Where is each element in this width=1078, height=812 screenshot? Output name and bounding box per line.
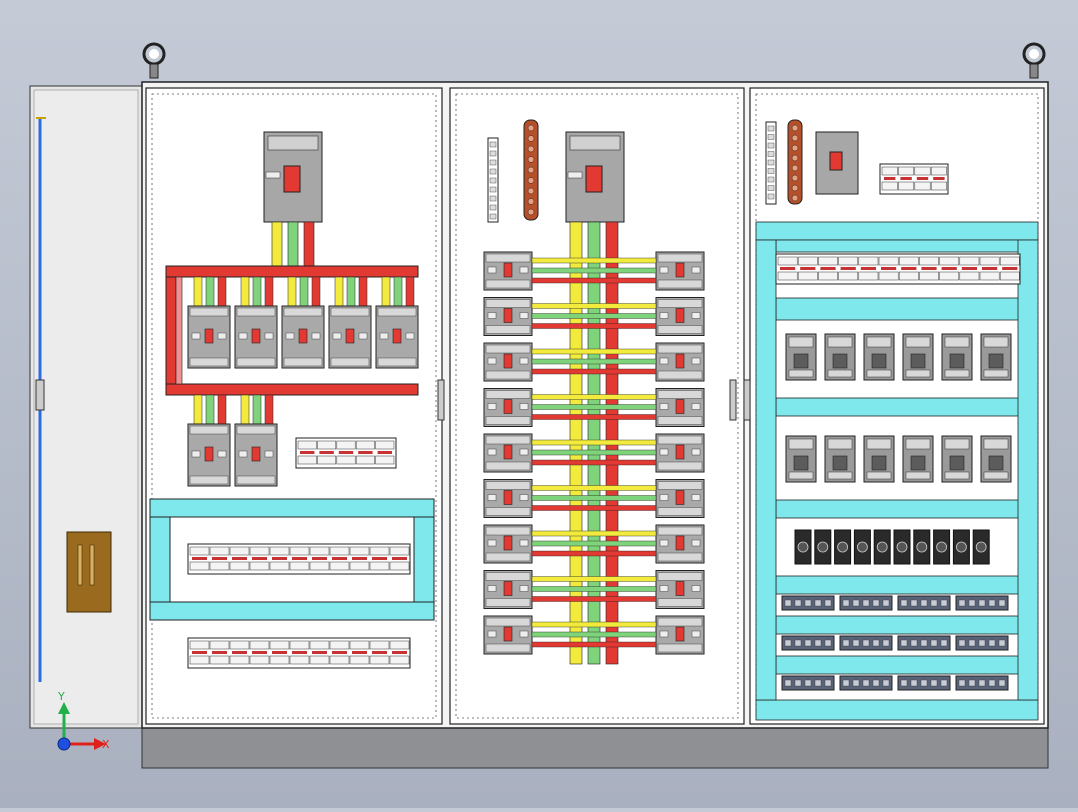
right-terminal-strip[interactable] <box>765 121 777 205</box>
middle-breaker-left[interactable] <box>483 479 533 518</box>
cabinet-drawing[interactable]: Y X <box>0 0 1078 808</box>
lower-breaker[interactable] <box>234 423 278 487</box>
middle-breaker-left[interactable] <box>483 433 533 473</box>
contactor[interactable] <box>863 435 895 483</box>
middle-breaker-right[interactable] <box>655 524 705 564</box>
middle-breaker-left[interactable] <box>483 388 533 427</box>
middle-breaker-left[interactable] <box>483 524 533 564</box>
terminal-block[interactable] <box>781 675 835 691</box>
cad-viewport[interactable]: Y X <box>0 0 1078 808</box>
relay[interactable] <box>952 529 970 565</box>
relay[interactable] <box>834 529 852 565</box>
main-breaker-middle[interactable] <box>565 131 625 223</box>
triad-z-axis <box>57 737 71 751</box>
contactor[interactable] <box>785 333 817 381</box>
middle-breaker-right[interactable] <box>655 433 705 473</box>
branch-breaker[interactable] <box>328 305 372 369</box>
terminal-block[interactable] <box>839 635 893 651</box>
terminal-block[interactable] <box>955 595 1009 611</box>
terminal-block[interactable] <box>955 635 1009 651</box>
left-terminal-block[interactable] <box>295 437 397 469</box>
middle-breaker-left[interactable] <box>483 251 533 291</box>
contactor[interactable] <box>980 333 1012 381</box>
terminal-block[interactable] <box>897 595 951 611</box>
left-din-terminals-lower[interactable] <box>187 637 411 669</box>
open-door[interactable] <box>29 85 143 729</box>
terminal-block[interactable] <box>839 675 893 691</box>
middle-breaker-right[interactable] <box>655 251 705 291</box>
contactor[interactable] <box>785 435 817 483</box>
middle-breaker-right[interactable] <box>655 297 705 336</box>
contactor[interactable] <box>824 435 856 483</box>
middle-breaker-right[interactable] <box>655 479 705 518</box>
cabinet-plinth <box>141 725 1049 769</box>
middle-breaker-right[interactable] <box>655 388 705 427</box>
terminal-block[interactable] <box>781 635 835 651</box>
main-breaker-left-feeders <box>271 221 315 269</box>
branch-breaker[interactable] <box>281 305 325 369</box>
copper-earth-bar[interactable] <box>523 119 539 221</box>
lifting-eye-right-icon <box>1022 42 1046 79</box>
contactor[interactable] <box>863 333 895 381</box>
terminal-strip-vertical[interactable] <box>487 137 499 223</box>
right-din-row-top[interactable] <box>775 253 1021 285</box>
contactor[interactable] <box>902 333 934 381</box>
main-breaker-left[interactable] <box>263 131 323 223</box>
right-small-terminals[interactable] <box>879 163 949 195</box>
relay[interactable] <box>873 529 891 565</box>
terminal-block[interactable] <box>839 595 893 611</box>
relay[interactable] <box>893 529 911 565</box>
relay[interactable] <box>933 529 951 565</box>
right-earth-bar[interactable] <box>787 119 803 205</box>
left-branch-breakers <box>187 276 419 369</box>
middle-breaker-left[interactable] <box>483 342 533 382</box>
branch-breaker[interactable] <box>375 305 419 369</box>
left-din-terminals-upper[interactable] <box>187 543 411 575</box>
terminal-block[interactable] <box>781 595 835 611</box>
contactor[interactable] <box>941 333 973 381</box>
triad-y-label: Y <box>57 690 65 703</box>
lifting-eye-left-icon <box>142 42 166 79</box>
relay[interactable] <box>853 529 871 565</box>
middle-breaker-left[interactable] <box>483 570 533 609</box>
middle-breaker-right[interactable] <box>655 615 705 655</box>
middle-breaker-left[interactable] <box>483 297 533 336</box>
contactor[interactable] <box>824 333 856 381</box>
terminal-block[interactable] <box>897 675 951 691</box>
branch-breaker[interactable] <box>187 305 231 369</box>
terminal-block[interactable] <box>897 635 951 651</box>
relay[interactable] <box>913 529 931 565</box>
contactor[interactable] <box>980 435 1012 483</box>
middle-breaker-right[interactable] <box>655 342 705 382</box>
relay[interactable] <box>814 529 832 565</box>
lower-breaker[interactable] <box>187 423 231 487</box>
relay[interactable] <box>794 529 812 565</box>
terminal-block[interactable] <box>955 675 1009 691</box>
door-handle[interactable] <box>66 531 112 613</box>
relay[interactable] <box>972 529 990 565</box>
triad-x-label: X <box>102 738 110 751</box>
branch-breaker[interactable] <box>234 305 278 369</box>
contactor[interactable] <box>902 435 934 483</box>
middle-breaker-right[interactable] <box>655 570 705 609</box>
middle-breaker-left[interactable] <box>483 615 533 655</box>
right-main-breaker[interactable] <box>815 131 859 195</box>
contactor[interactable] <box>941 435 973 483</box>
